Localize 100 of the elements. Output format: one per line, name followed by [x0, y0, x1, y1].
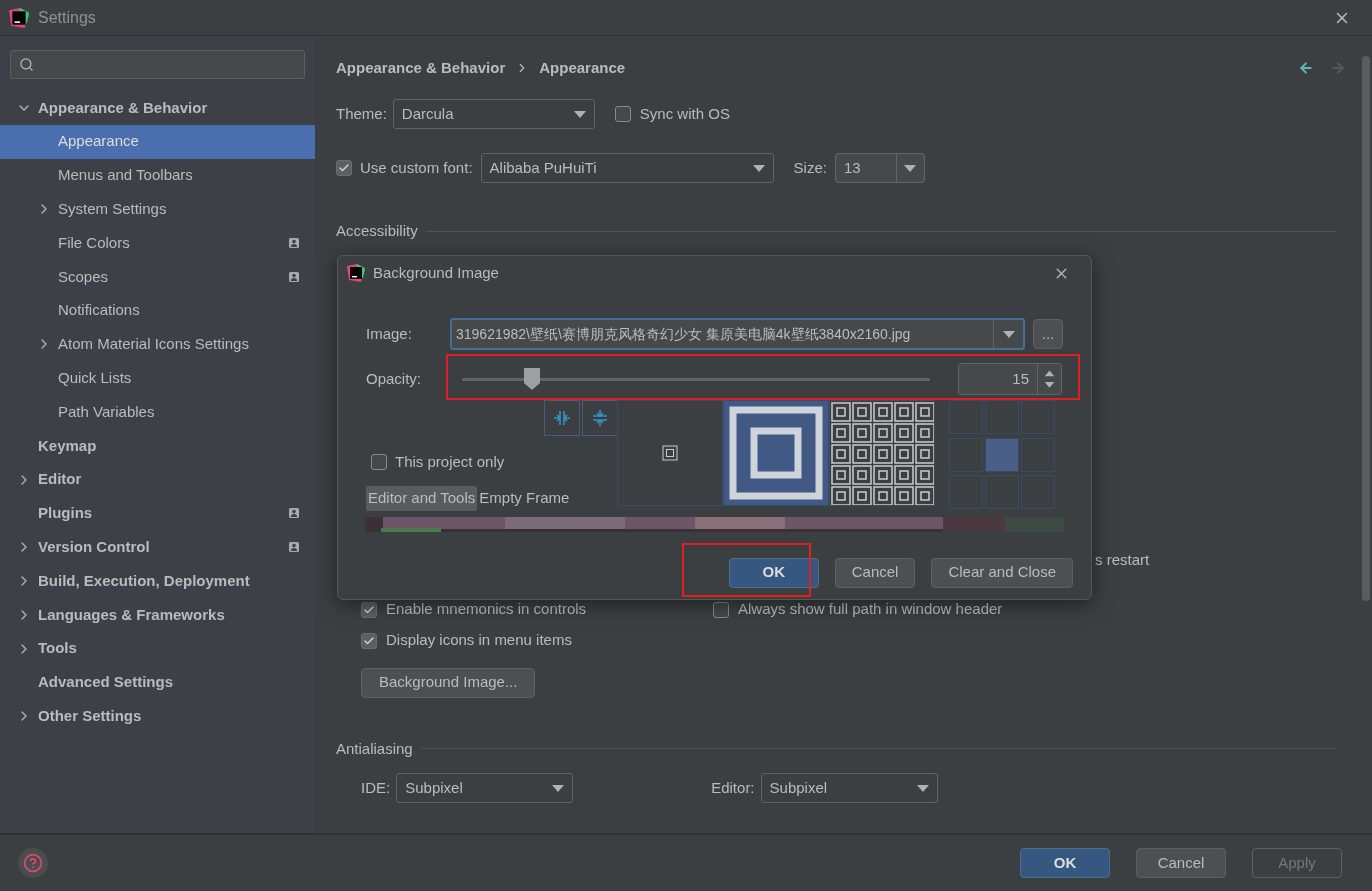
- sidebar-item[interactable]: Quick Lists: [0, 361, 315, 396]
- breadcrumb-item: Appearance: [539, 57, 627, 78]
- target-tab[interactable]: Editor and Tools: [366, 485, 478, 511]
- ok-button[interactable]: OK: [1020, 848, 1110, 878]
- ok-button[interactable]: OK: [728, 557, 819, 588]
- background-image-button[interactable]: Background Image...: [361, 667, 536, 698]
- breadcrumb-item: Appearance & Behavior: [336, 57, 506, 78]
- display-icons-label: Display icons in menu items: [386, 630, 572, 651]
- sidebar-item[interactable]: Editor: [0, 462, 315, 497]
- ide-label: IDE:: [361, 777, 391, 798]
- sidebar-item[interactable]: Appearance: [0, 124, 315, 159]
- help-button[interactable]: [18, 848, 48, 878]
- checkbox[interactable]: [361, 601, 377, 618]
- sidebar-item[interactable]: Version Control: [0, 530, 315, 565]
- anchor-cell[interactable]: [949, 400, 983, 434]
- checkmark-icon: [363, 603, 375, 616]
- restart-note: s restart: [1095, 550, 1150, 570]
- anchor-cell[interactable]: [1021, 437, 1055, 472]
- sidebar-item[interactable]: Advanced Settings: [0, 665, 315, 700]
- ide-antialiasing-dropdown[interactable]: Subpixel: [396, 773, 574, 803]
- opacity-label: Opacity:: [366, 368, 423, 389]
- section-title: Accessibility: [336, 221, 418, 241]
- anchor-cell[interactable]: [985, 400, 1019, 434]
- sidebar-item[interactable]: Path Variables: [0, 395, 315, 429]
- checkbox-label: Enable mnemonics in controls: [386, 599, 587, 620]
- sidebar-item[interactable]: Scopes: [0, 260, 315, 294]
- person-badge-icon: [289, 238, 299, 249]
- person-badge-icon: [289, 271, 299, 282]
- flip-horizontal-button[interactable]: [544, 400, 580, 436]
- sidebar-item[interactable]: Languages & Frameworks: [0, 597, 315, 632]
- fill-mode-option[interactable]: [723, 400, 829, 506]
- this-project-only-label: This project only: [395, 452, 505, 472]
- flip-vertical-icon: [591, 409, 609, 427]
- sidebar-item[interactable]: Other Settings: [0, 699, 315, 734]
- anchor-cell[interactable]: [949, 475, 983, 509]
- sidebar-item[interactable]: Plugins: [0, 496, 315, 531]
- person-badge-icon: [289, 542, 299, 553]
- dropdown-arrow-icon: [552, 784, 565, 792]
- editor-label: Editor:: [711, 777, 755, 798]
- size-label: Size:: [793, 157, 827, 178]
- back-arrow-icon[interactable]: [1298, 60, 1314, 76]
- checkbox[interactable]: [336, 160, 352, 176]
- size-combo[interactable]: 13: [834, 153, 925, 183]
- font-dropdown[interactable]: Alibaba PuHuiTi: [480, 153, 774, 183]
- checkbox[interactable]: [371, 454, 387, 471]
- sidebar-item[interactable]: Menus and Toolbars: [0, 158, 315, 193]
- anchor-cell[interactable]: [985, 475, 1019, 509]
- anchor-cell[interactable]: [949, 437, 983, 472]
- dropdown-arrow-icon: [573, 110, 586, 118]
- sidebar-item[interactable]: System Settings: [0, 192, 315, 227]
- dialog-button[interactable]: Clear and Close: [931, 557, 1073, 588]
- theme-label: Theme:: [336, 103, 387, 124]
- image-path-field[interactable]: 319621982\壁纸\赛博朋克风格奇幻少女 集原美电脑4k壁纸3840x2160.jpg: [450, 318, 1025, 350]
- sidebar-item[interactable]: Tools: [0, 631, 315, 666]
- checkbox[interactable]: [614, 106, 631, 122]
- sidebar-item[interactable]: Build, Execution, Deployment: [0, 564, 315, 598]
- checkmark-icon: [363, 634, 375, 647]
- search-icon: [19, 57, 34, 72]
- dropdown-arrow-icon[interactable]: [1002, 330, 1015, 338]
- sidebar-item[interactable]: File Colors: [0, 226, 315, 260]
- sidebar-item[interactable]: Notifications: [0, 293, 315, 328]
- anchor-cell[interactable]: [1021, 475, 1055, 509]
- section-title: Antialiasing: [336, 738, 413, 759]
- dialog-button[interactable]: Cancel: [834, 557, 916, 588]
- flip-horizontal-icon: [553, 409, 571, 427]
- person-badge-icon: [289, 508, 299, 519]
- large-square-icon: [728, 405, 824, 501]
- editor-antialiasing-dropdown[interactable]: Subpixel: [760, 773, 938, 803]
- opacity-spinner[interactable]: 15: [958, 363, 1062, 395]
- tiled-squares-icon: [830, 401, 934, 505]
- sidebar-item[interactable]: Appearance & Behavior: [0, 91, 315, 125]
- app-logo-icon: [347, 264, 365, 282]
- flip-vertical-button[interactable]: [582, 400, 618, 436]
- scrollbar[interactable]: [1362, 56, 1370, 601]
- fill-mode-option[interactable]: [829, 400, 935, 506]
- sidebar-item[interactable]: Keymap: [0, 428, 315, 463]
- window-title: Settings: [38, 7, 97, 28]
- app-logo-icon: [9, 7, 29, 28]
- help-icon: [23, 853, 43, 873]
- dialog-title: Background Image: [373, 262, 500, 283]
- custom-font-label: Use custom font:: [360, 157, 473, 178]
- checkbox-label: Always show full path in window header: [738, 599, 1003, 620]
- image-label: Image:: [366, 323, 413, 344]
- sidebar-item[interactable]: Atom Material Icons Settings: [0, 327, 315, 362]
- browse-button[interactable]: ...: [1033, 319, 1063, 349]
- dropdown-arrow-icon[interactable]: [904, 164, 917, 172]
- slider-thumb[interactable]: [524, 367, 541, 390]
- dropdown-arrow-icon: [752, 164, 765, 172]
- checkbox[interactable]: [713, 601, 729, 618]
- target-tab[interactable]: Empty Frame: [477, 485, 572, 511]
- checkmark-icon: [338, 162, 350, 174]
- dropdown-arrow-icon: [916, 784, 929, 792]
- anchor-cell[interactable]: [985, 437, 1019, 472]
- small-square-icon: [662, 445, 678, 461]
- sync-with-os-label: Sync with OS: [639, 103, 730, 124]
- anchor-cell[interactable]: [1021, 400, 1055, 434]
- theme-dropdown[interactable]: Darcula: [392, 99, 595, 129]
- checkbox[interactable]: [361, 632, 377, 649]
- footer-button[interactable]: Cancel: [1136, 848, 1226, 878]
- search-field[interactable]: [10, 50, 305, 79]
